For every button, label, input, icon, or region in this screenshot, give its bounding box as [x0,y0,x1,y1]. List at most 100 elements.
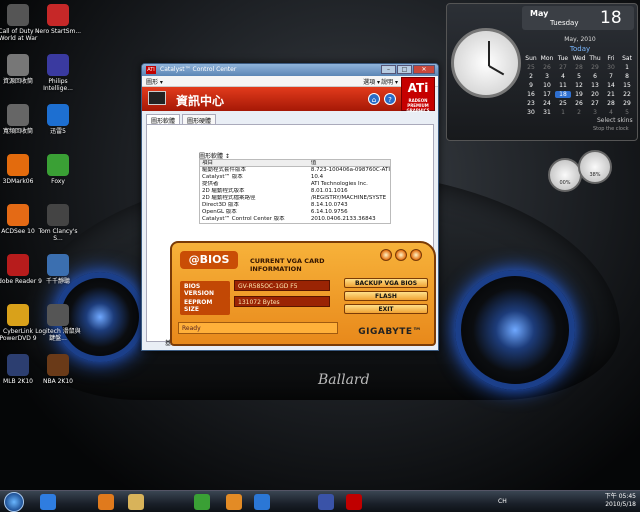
bios-minimize-icon[interactable] [395,249,407,261]
table-row: Catalyst™ Control Center 版本 2010.0406.213… [200,216,390,223]
calendar-day-cell[interactable]: 4 [603,109,619,116]
language-indicator[interactable]: CH [498,498,507,505]
flash-button[interactable]: FLASH [344,291,428,301]
app-icon [7,204,29,226]
calendar-day-cell[interactable]: 2 [523,73,539,80]
calendar-day-cell[interactable]: 10 [539,82,555,89]
calendar-day-cell[interactable]: 19 [571,91,587,98]
calendar-day-cell[interactable]: 28 [603,100,619,107]
calendar-day-cell[interactable]: 7 [603,73,619,80]
calendar-day-cell[interactable]: 26 [571,100,587,107]
table-cell-item: 驅動程式套件版本 [202,167,247,173]
ie-taskbar-icon[interactable] [40,494,56,510]
options-menu[interactable]: 選項 ▾ [363,77,380,86]
calendar-day-cell[interactable]: 5 [571,73,587,80]
media-player-taskbar-icon[interactable] [98,494,114,510]
calendar-day-cell[interactable]: 23 [523,100,539,107]
gigabyte-taskbar-icon[interactable] [318,494,334,510]
calendar-weekday-header: Tue [557,55,569,62]
desktop-icon[interactable]: NBA 2K10 [34,354,82,385]
app-icon [7,54,29,76]
monitor-icon [148,91,166,105]
calendar-day-cell[interactable]: 30 [603,64,619,71]
maximize-button[interactable]: □ [397,65,412,74]
home-icon[interactable]: ⌂ [368,93,380,105]
graphics-menu[interactable]: 圖形 ▾ [146,77,163,86]
calendar-day-cell[interactable]: 25 [555,100,571,107]
minimize-button[interactable]: – [381,65,396,74]
calendar-day-cell[interactable]: 28 [571,64,587,71]
foxy-taskbar-icon[interactable] [194,494,210,510]
calendar-day-cell[interactable]: 17 [539,91,555,98]
calendar-day-cell[interactable]: 9 [523,82,539,89]
cpu-meter-icon[interactable]: 00% [548,158,582,192]
calendar-day-cell[interactable]: 12 [571,82,587,89]
explorer-taskbar-icon[interactable] [128,494,144,510]
ati-taskbar-icon[interactable] [346,494,362,510]
calendar-day-cell[interactable]: 18 [555,91,571,98]
calendar-day-cell[interactable]: 1 [555,109,571,116]
calendar-day-cell[interactable]: 26 [539,64,555,71]
calendar-day-cell[interactable]: 6 [587,73,603,80]
calendar-day-cell[interactable]: 30 [523,109,539,116]
calendar-day-cell[interactable]: 21 [603,91,619,98]
help-menu[interactable]: 說明 ▾ [381,77,398,86]
desktop-icon-label: Philips Intellige... [43,78,73,92]
table-cell-value: ATI Technologies Inc. [310,181,368,187]
start-button[interactable] [4,492,24,512]
bios-help-icon[interactable] [380,249,392,261]
calendar-day-cell[interactable]: 22 [619,91,635,98]
select-skins-link[interactable]: Select skins [597,117,633,124]
table-cell-item: OpenGL 版本 [202,209,237,215]
desktop-icon[interactable]: 千千靜聽 [34,254,82,285]
calendar-day-cell[interactable]: 14 [603,82,619,89]
calendar-day-cell[interactable]: 1 [619,64,635,71]
table-header-row: 項目 值 [200,160,390,167]
table-cell-item: 提供者 [202,181,219,187]
winamp-taskbar-icon[interactable] [226,494,242,510]
calendar-day-cell[interactable]: 27 [587,100,603,107]
app-icon [47,154,69,176]
bios-close-icon[interactable] [410,249,422,261]
desktop-icon[interactable]: Foxy [34,154,82,185]
calendar-day-cell[interactable]: 4 [555,73,571,80]
ram-meter-icon[interactable]: 38% [578,150,612,184]
table-row: 2D 驅動程式版本 8.01.01.1016 [200,188,390,195]
calendar-day-cell[interactable]: 2 [571,109,587,116]
calendar-day-cell[interactable]: 3 [539,73,555,80]
backup-vga-bios-button[interactable]: BACKUP VGA BIOS [344,278,428,288]
help-icon[interactable]: ? [384,93,396,105]
bios-heading: CURRENT VGA CARD INFORMATION [250,257,325,273]
calendar-weekday-header: Sun [525,55,537,62]
calendar-day-cell[interactable]: 5 [619,109,635,116]
calendar-day-cell[interactable]: 25 [523,64,539,71]
desktop-icon[interactable]: Nero StartSm... [34,4,82,35]
xunlei-taskbar-icon[interactable] [254,494,270,510]
eeprom-size-value: 131072 Bytes [234,296,330,307]
calendar-day-cell[interactable]: 20 [587,91,603,98]
calendar-day-cell[interactable]: 15 [619,82,635,89]
desktop-icon[interactable]: Tom Clancy's S... [34,204,82,242]
desktop-icon[interactable]: Logitech 滑鼠與鍵盤... [34,304,82,342]
calendar-day-cell[interactable]: 3 [587,109,603,116]
calendar-gadget[interactable]: May Tuesday 18 May, 2010 Today Sun Mon Tue… [446,3,638,141]
close-button[interactable]: ✕ [413,65,435,74]
calendar-day-cell[interactable]: 13 [587,82,603,89]
desktop-icon[interactable]: 迅雷5 [34,104,82,135]
bios-window[interactable]: @BIOS CURRENT VGA CARD INFORMATION BIOS … [170,241,436,346]
catalyst-titlebar[interactable]: ATI Catalyst™ Control Center – □ ✕ [142,64,438,76]
calendar-day-cell[interactable]: 27 [555,64,571,71]
calendar-day-cell[interactable]: 29 [619,100,635,107]
calendar-day-cell[interactable]: 16 [523,91,539,98]
calendar-today-link[interactable]: Today [525,45,635,53]
calendar-day-cell[interactable]: 11 [555,82,571,89]
app-icon [7,254,29,276]
exit-button[interactable]: EXIT [344,304,428,314]
calendar-day-cell[interactable]: 31 [539,109,555,116]
calendar-day-cell[interactable]: 8 [619,73,635,80]
calendar-day-cell[interactable]: 29 [587,64,603,71]
calendar-day-cell[interactable]: 24 [539,100,555,107]
table-row: 提供者 ATI Technologies Inc. [200,181,390,188]
desktop-icon[interactable]: Philips Intellige... [34,54,82,92]
clock-tray[interactable]: 下午 05:45 2010/5/18 [605,493,636,509]
